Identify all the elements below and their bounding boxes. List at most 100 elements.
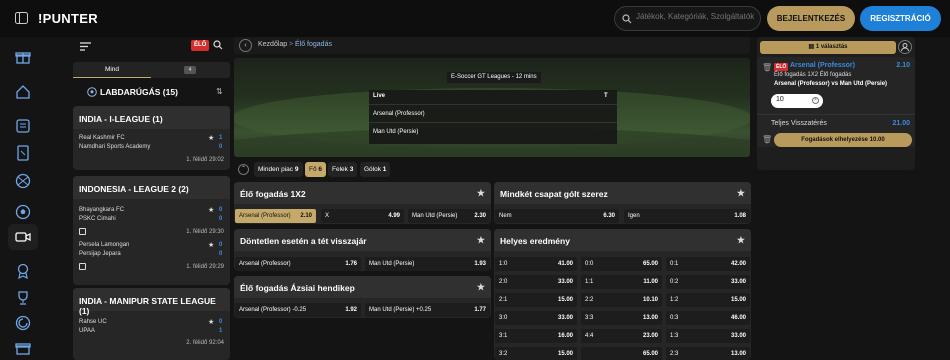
search-icon[interactable] (213, 40, 223, 50)
favorite-star-icon[interactable]: ★ (208, 318, 214, 326)
favorite-star-icon[interactable]: ★ (477, 235, 485, 246)
chip-main[interactable]: Fő 6 (305, 162, 327, 177)
favorite-star-icon[interactable]: ★ (477, 188, 485, 199)
odd-cell[interactable]: Man Utd (Persie) +0.25 1.77 (365, 303, 490, 317)
odds-row: Nem 6.30 Igen 1.08 (494, 209, 751, 223)
market-correct-score: Helyes eredmény ★ 1:0 41.00 0:0 65.00 0:1 42.0… (494, 229, 751, 360)
collapse-up-icon[interactable]: ⌃ (238, 164, 249, 175)
chip-label: Gólok (364, 166, 381, 173)
score-cell[interactable]: 3:1 16.00 (495, 329, 577, 343)
score-cell[interactable]: 3:3 13.00 (581, 311, 662, 325)
search-box[interactable] (614, 6, 761, 31)
login-button[interactable]: BEJELENTKEZÉS (767, 6, 855, 31)
stats-icon[interactable] (79, 263, 86, 270)
odd-value: 46.00 (730, 315, 746, 321)
breadcrumb-home[interactable]: Kezdőlap (258, 41, 287, 48)
sidebar-toggle-icon[interactable] (15, 12, 28, 24)
favorite-star-icon[interactable]: ★ (737, 188, 745, 199)
gift-icon[interactable] (15, 49, 31, 65)
ticket-icon[interactable] (15, 145, 31, 161)
odd-cell[interactable]: Nem 6.30 (495, 209, 619, 223)
favorite-star-icon[interactable]: ★ (477, 282, 485, 293)
delete-icon[interactable]: 🗑 (762, 63, 772, 72)
score-cell[interactable]: 0:3 46.00 (666, 311, 750, 325)
score-cell[interactable]: 3:0 33.00 (495, 311, 577, 325)
home-icon[interactable] (15, 84, 31, 100)
score-cell[interactable]: 2:2 10.10 (581, 293, 662, 307)
favorite-star-icon[interactable]: ★ (208, 134, 214, 142)
odd-value: 33.00 (730, 333, 746, 339)
match-row[interactable]: Rahse UC UPAA ★ 0 1 2. félidő 92:04 (73, 311, 230, 360)
live-events-panel: ÉLŐ Mind 4 LABDARÚGÁS (15) ⇅ INDIA - I-L… (73, 37, 230, 360)
score-cell[interactable]: 0:1 42.00 (666, 257, 750, 271)
odd-label: Arsenal (Professor) (239, 261, 291, 267)
stats-icon[interactable] (79, 228, 86, 235)
match-row[interactable]: Real Kashmir FC Namdhari Sports Academy … (73, 129, 230, 170)
league-title[interactable]: INDIA - I-LEAGUE (1) (73, 106, 230, 129)
score-cell[interactable]: 1:1 11.00 (581, 275, 662, 289)
breadcrumb-current[interactable]: Élő fogadás (295, 41, 332, 48)
chip-goals[interactable]: Gólok 1 (360, 162, 391, 177)
score-cell[interactable]: 65.00 (581, 347, 662, 360)
score-cell[interactable]: 2:3 13.00 (666, 347, 750, 360)
chip-sides[interactable]: Felek 3 (328, 162, 358, 177)
clear-icon[interactable]: × (812, 97, 819, 104)
esports-icon[interactable] (15, 315, 31, 331)
odds-row: 3:0 33.00 3:3 13.00 0:3 46.00 (494, 311, 751, 325)
search-input[interactable] (636, 12, 758, 21)
score-cell[interactable]: 1:3 33.00 (666, 329, 750, 343)
favorite-star-icon[interactable]: ★ (208, 206, 214, 214)
sport-title[interactable]: LABDARÚGÁS (15) (100, 87, 178, 97)
score-cell[interactable]: 2:0 33.00 (495, 275, 577, 289)
score-cell[interactable]: 4:4 23.00 (581, 329, 662, 343)
league-title[interactable]: INDONESIA - LEAGUE 2 (2) (73, 176, 230, 199)
odd-cell[interactable]: Arsenal (Professor) 1.76 (235, 257, 361, 271)
odds-row: 2:1 15.00 2:2 10.10 1:2 15.00 (494, 293, 751, 307)
market-title: Helyes eredmény (500, 236, 570, 246)
basketball-icon[interactable] (15, 173, 31, 189)
stake-input[interactable]: 10 × (771, 94, 823, 108)
live-badge[interactable]: ÉLŐ (191, 40, 210, 51)
odd-cell[interactable]: Igen 1.08 (624, 209, 750, 223)
market-1x2: Élő fogadás 1X2 ★ Arsenal (Professor) 2.10… (234, 182, 491, 224)
place-bet-button[interactable]: Fogadások elhelyezése 10.00 (774, 133, 912, 147)
chip-all-markets[interactable]: Minden piac 9 (254, 162, 303, 177)
league-card: INDIA - I-LEAGUE (1) Real Kashmir FC Nam… (73, 106, 230, 170)
register-button[interactable]: REGISZTRÁCIÓ (860, 6, 941, 31)
back-arrow-icon[interactable]: ‹ (239, 39, 252, 52)
odd-cell[interactable]: Man Utd (Persie) 1.93 (365, 257, 490, 271)
league-title[interactable]: INDIA - MANIPUR STATE LEAGUE (1) (73, 288, 230, 316)
favorite-star-icon[interactable]: ★ (208, 241, 214, 249)
favorite-star-icon[interactable]: ★ (737, 235, 745, 246)
scoreboard-col-t: T (604, 93, 608, 99)
match-row[interactable]: Persela Lamongan Persijap Jepara ★ 0 0 1… (73, 242, 230, 285)
odd-cell[interactable]: Arsenal (Professor) 2.10 (235, 209, 316, 223)
score-cell[interactable]: 2:1 15.00 (495, 293, 577, 307)
menu-icon[interactable] (80, 42, 91, 51)
coupon-icon[interactable] (15, 118, 31, 134)
score-cell[interactable]: 3:2 15.00 (495, 347, 577, 360)
betslip-tab[interactable]: ▤ 1 választás (760, 41, 896, 54)
trophy-icon[interactable] (15, 290, 31, 306)
tab-all[interactable]: Mind (73, 62, 151, 78)
score-cell[interactable]: 1:0 41.00 (495, 257, 577, 271)
user-icon[interactable] (898, 40, 912, 54)
delete-icon[interactable]: 🗑 (762, 135, 772, 144)
brand-logo[interactable]: !PUNTER (38, 11, 98, 26)
score-cell[interactable]: 0:2 33.00 (666, 275, 750, 289)
collapse-icon[interactable]: ⇅ (216, 87, 223, 96)
score-cell[interactable]: 0:0 65.00 (581, 257, 662, 271)
odd-cell[interactable]: X 4.99 (321, 209, 404, 223)
home-team: Real Kashmir FC (79, 135, 125, 141)
live-video-icon[interactable] (8, 224, 38, 250)
odd-cell[interactable]: Arsenal (Professor) -0.25 1.92 (235, 303, 361, 317)
tab-count-badge[interactable]: 4 (184, 66, 196, 74)
casino-icon[interactable] (15, 340, 31, 356)
football-icon[interactable] (15, 204, 31, 220)
score-cell[interactable]: 1:2 15.00 (666, 293, 750, 307)
medal-icon[interactable] (15, 263, 31, 279)
match-row[interactable]: Bhayangkara FC PSKC Cimahi ★ 0 0 1. féli… (73, 199, 230, 242)
odd-cell[interactable]: Man Utd (Persie) 2.30 (408, 209, 490, 223)
chip-label: Felek (332, 166, 348, 173)
market-btts: Mindkét csapat gólt szerez ★ Nem 6.30 Igen… (494, 182, 751, 224)
